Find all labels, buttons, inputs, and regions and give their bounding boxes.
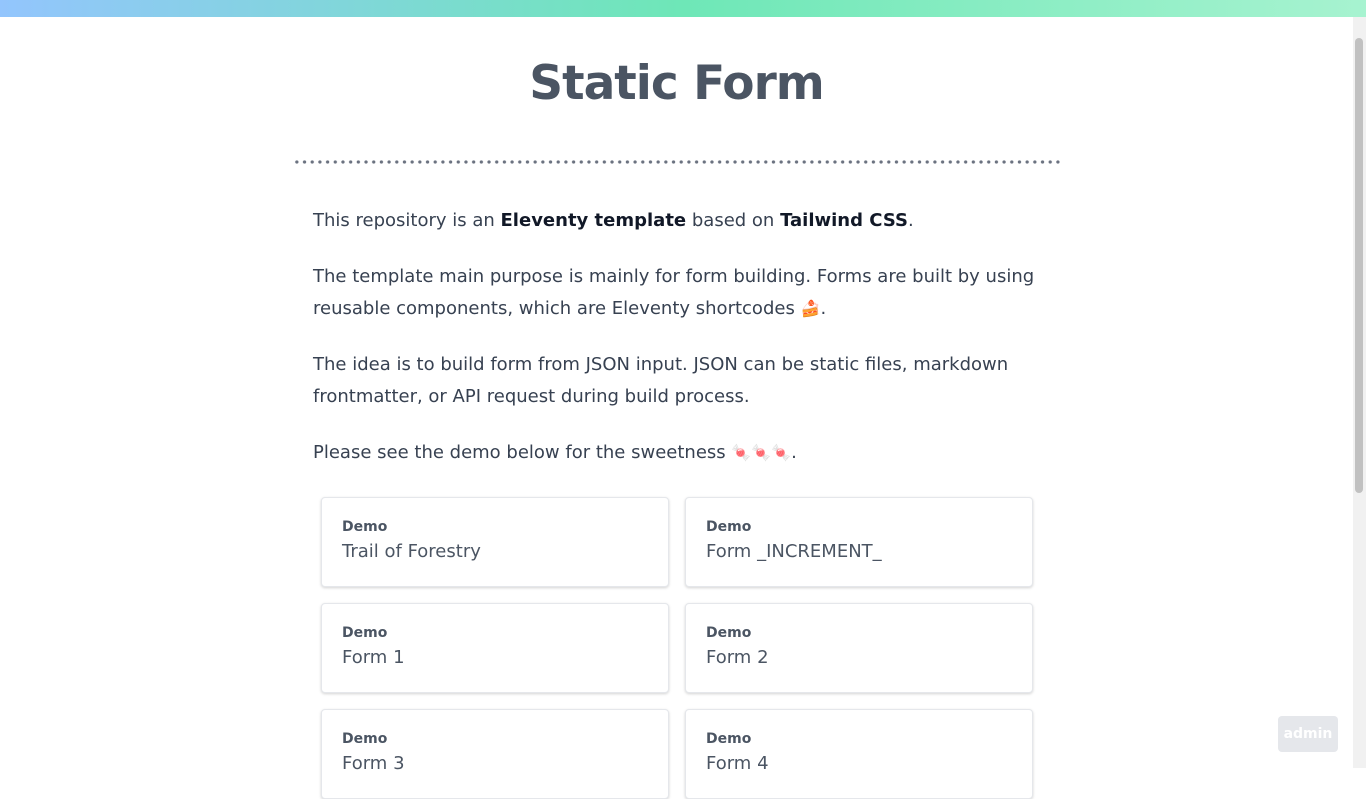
intro-p1-period: .: [907, 210, 914, 231]
intro-paragraph-4: Please see the demo below for the sweetn…: [313, 437, 1043, 469]
vertical-scrollbar[interactable]: [1353, 17, 1366, 768]
card-title: Trail of Forestry: [342, 541, 481, 562]
demo-card[interactable]: Demo Form 4: [685, 709, 1033, 799]
card-kicker: Demo: [706, 731, 752, 747]
eleventy-template-emphasis: Eleventy template: [500, 210, 687, 231]
cake-emoji-icon: 🍰: [800, 299, 821, 318]
intro-p1-middle: based on: [686, 210, 781, 231]
intro-paragraph-1: This repository is an Eleventy template …: [313, 205, 1043, 237]
card-title: Form 1: [342, 647, 405, 668]
admin-button[interactable]: admin: [1278, 716, 1338, 752]
intro-p2-period: .: [820, 298, 827, 319]
demo-card[interactable]: Demo Form 3: [321, 709, 669, 799]
intro-p1-text: This repository is an: [313, 210, 501, 231]
demo-card[interactable]: Demo Form 2: [685, 603, 1033, 693]
intro-p4-text: Please see the demo below for the sweetn…: [313, 442, 732, 463]
card-title: Form 2: [706, 647, 769, 668]
top-gradient-bar: [0, 0, 1366, 17]
card-kicker: Demo: [342, 625, 388, 641]
card-title: Form 3: [342, 753, 405, 774]
intro-paragraph-3: The idea is to build form from JSON inpu…: [313, 354, 1009, 407]
intro-paragraph-2: The template main purpose is mainly for …: [313, 261, 1043, 325]
card-title: Form 4: [706, 753, 769, 774]
card-kicker: Demo: [706, 519, 752, 535]
tailwind-css-emphasis: Tailwind CSS: [780, 210, 908, 231]
scrollbar-thumb[interactable]: [1355, 38, 1363, 493]
demo-card-grid: Demo Trail of Forestry Demo Form _INCREM…: [321, 497, 1033, 799]
intro-content: This repository is an Eleventy template …: [313, 205, 1043, 493]
card-kicker: Demo: [706, 625, 752, 641]
page-title: Static Form: [529, 56, 824, 111]
demo-card[interactable]: Demo Form 1: [321, 603, 669, 693]
dotted-divider: [293, 160, 1063, 164]
intro-p4-period: .: [791, 442, 797, 463]
card-kicker: Demo: [342, 519, 388, 535]
card-title: Form _INCREMENT_: [706, 541, 882, 562]
intro-p2-text: The template main purpose is mainly for …: [313, 266, 1035, 319]
card-kicker: Demo: [342, 731, 388, 747]
candy-emoji-icon: 🍬🍬🍬: [731, 443, 792, 462]
demo-card[interactable]: Demo Form _INCREMENT_: [685, 497, 1033, 587]
demo-card[interactable]: Demo Trail of Forestry: [321, 497, 669, 587]
